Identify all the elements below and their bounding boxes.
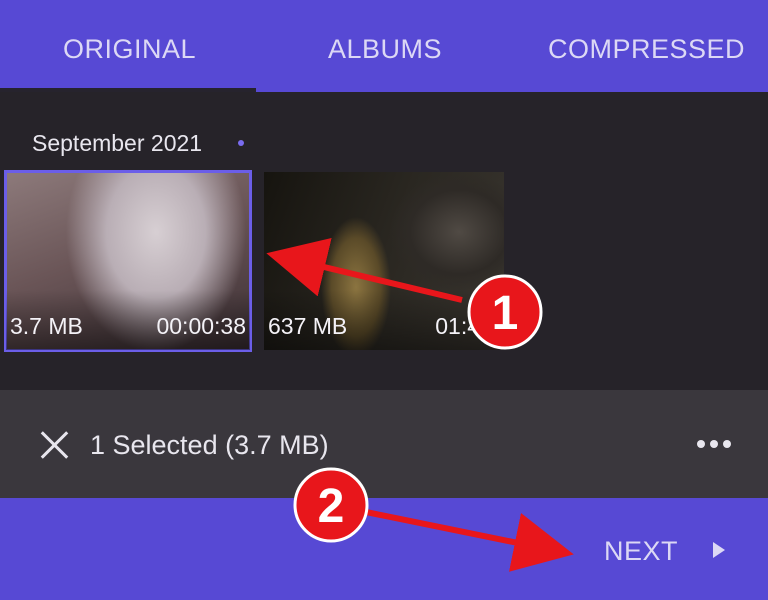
close-icon[interactable]	[40, 430, 70, 460]
play-arrow-icon	[713, 542, 725, 558]
video-size: 637 MB	[268, 313, 348, 339]
selection-count: 1 Selected (3.7 MB)	[90, 430, 329, 460]
more-dot	[723, 440, 731, 448]
video-duration: 00:00:38	[156, 313, 246, 339]
section-indicator-dot	[238, 140, 244, 146]
tab-albums[interactable]: ALBUMS	[328, 34, 442, 65]
top-tab-bar: ORIGINAL ALBUMS COMPRESSED	[0, 0, 768, 92]
next-label: NEXT	[604, 536, 679, 566]
next-button[interactable]: NEXT	[596, 530, 746, 576]
video-size: 3.7 MB	[10, 313, 83, 339]
video-thumbnail-2[interactable]: 637 MB 01:45:2	[264, 172, 504, 350]
more-dot	[710, 440, 718, 448]
section-date-header: September 2021	[32, 130, 203, 156]
video-thumbnail-1[interactable]: 3.7 MB 00:00:38	[4, 170, 252, 352]
more-dot	[697, 440, 705, 448]
tab-compressed[interactable]: COMPRESSED	[548, 34, 745, 65]
video-duration: 01:45:2	[435, 313, 504, 339]
more-icon[interactable]	[697, 440, 731, 450]
tab-original[interactable]: ORIGINAL	[63, 34, 196, 65]
